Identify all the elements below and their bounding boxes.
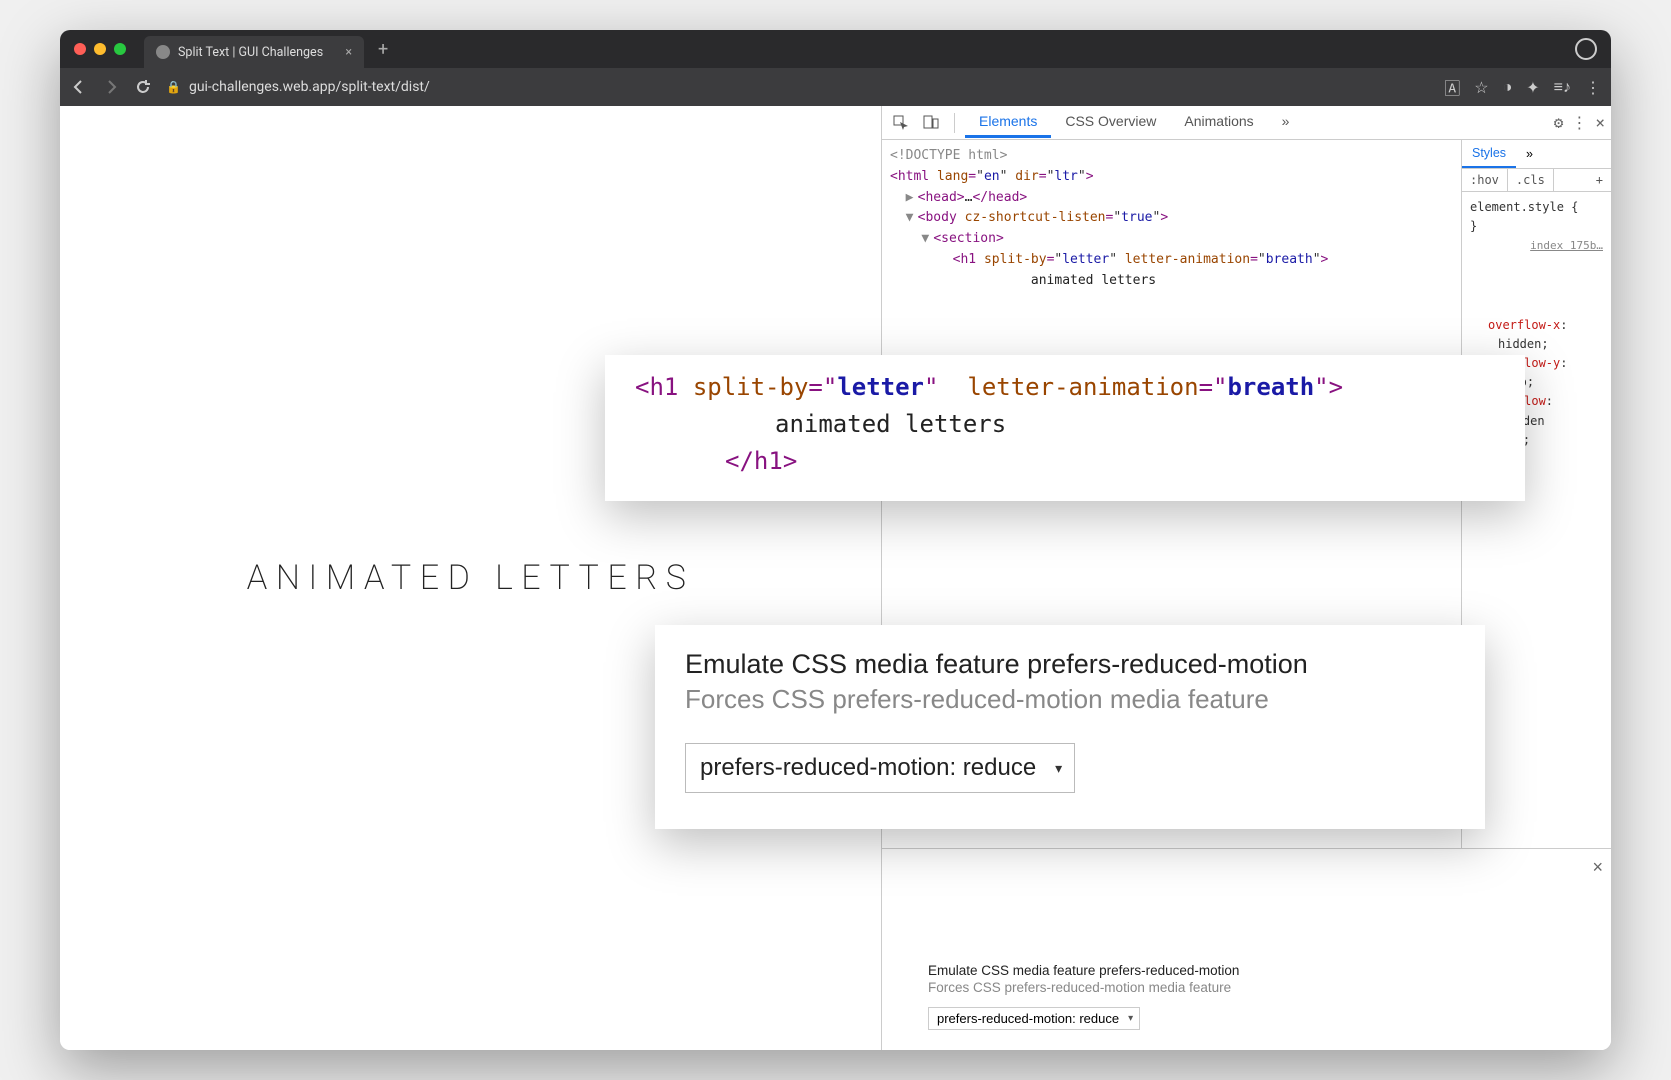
tab-css-overview[interactable]: CSS Overview xyxy=(1051,107,1170,138)
head-line: ▶<head>…</head> xyxy=(890,188,1453,209)
traffic-lights xyxy=(74,43,126,55)
url-field[interactable]: 🔒 gui-challenges.web.app/split-text/dist… xyxy=(166,79,1430,95)
section-line: ▼<section> xyxy=(890,229,1453,250)
browser-window: Split Text | GUI Challenges × + 🔒 gui-ch… xyxy=(60,30,1611,1050)
lock-icon: 🔒 xyxy=(166,80,181,94)
tab-title: Split Text | GUI Challenges xyxy=(178,45,323,60)
toolbar-separator xyxy=(954,113,955,133)
extension-icon-1[interactable]: ◑ xyxy=(1503,77,1513,97)
body-open-line: ▼<body cz-shortcut-listen="true"> xyxy=(890,208,1453,229)
devtools-toolbar: Elements CSS Overview Animations » ⚙ ⋮ × xyxy=(882,106,1611,140)
code-line-1: <h1 split-by="letter" letter-animation="… xyxy=(635,369,1497,406)
profile-avatar-icon[interactable] xyxy=(1575,38,1597,60)
gear-icon[interactable]: ⚙ xyxy=(1554,113,1564,132)
code-line-2: animated letters xyxy=(635,406,1497,443)
tab-elements[interactable]: Elements xyxy=(965,107,1051,138)
menu-icon[interactable]: ⋮ xyxy=(1585,78,1601,97)
emulate-select-value: prefers-reduced-motion: reduce xyxy=(700,754,1036,782)
browser-tab[interactable]: Split Text | GUI Challenges × xyxy=(144,36,364,68)
inspect-element-icon[interactable] xyxy=(888,110,914,136)
rendering-desc: Forces CSS prefers-reduced-motion media … xyxy=(928,980,1565,995)
forward-button[interactable] xyxy=(102,78,120,96)
tab-styles[interactable]: Styles xyxy=(1462,140,1516,168)
reload-button[interactable] xyxy=(134,78,152,96)
url-text: gui-challenges.web.app/split-text/dist/ xyxy=(189,79,430,95)
address-bar: 🔒 gui-challenges.web.app/split-text/dist… xyxy=(60,68,1611,106)
styles-more[interactable]: » xyxy=(1516,141,1543,167)
h1-open-line: <h1 split-by="letter" letter-animation="… xyxy=(890,250,1453,271)
rendering-select-value: prefers-reduced-motion: reduce xyxy=(937,1011,1119,1026)
element-style-selector: element.style { xyxy=(1470,200,1578,214)
emulate-title: Emulate CSS media feature prefers-reduce… xyxy=(685,649,1455,680)
tab-animations[interactable]: Animations xyxy=(1170,107,1267,138)
translate-icon[interactable]: 🄰 xyxy=(1444,75,1460,99)
html-open-line: <html lang="en" dir="ltr"> xyxy=(890,167,1453,188)
styles-tabs: Styles » xyxy=(1462,140,1611,169)
css-val-hidden: hidden; xyxy=(1498,337,1549,351)
rendering-title: Emulate CSS media feature prefers-reduce… xyxy=(928,963,1565,978)
rendering-select[interactable]: prefers-reduced-motion: reduce xyxy=(928,1007,1140,1030)
bookmark-icon[interactable]: ☆ xyxy=(1474,78,1488,97)
emulate-select[interactable]: prefers-reduced-motion: reduce xyxy=(685,743,1075,793)
extensions-puzzle-icon[interactable]: ✦ xyxy=(1526,78,1539,97)
emulate-overlay: Emulate CSS media feature prefers-reduce… xyxy=(655,625,1485,829)
minimize-window-icon[interactable] xyxy=(94,43,106,55)
back-button[interactable] xyxy=(70,78,88,96)
styles-filter-bar: :hov .cls + xyxy=(1462,169,1611,192)
page-viewport: ANIMATED LETTERS xyxy=(60,106,881,1050)
favicon-icon xyxy=(156,45,170,59)
code-snippet-overlay: <h1 split-by="letter" letter-animation="… xyxy=(605,355,1525,501)
rule-close: } xyxy=(1470,219,1477,233)
new-tab-button[interactable]: + xyxy=(372,39,394,60)
close-drawer-icon[interactable]: × xyxy=(1592,857,1603,878)
new-rule-button[interactable]: + xyxy=(1588,169,1611,191)
animated-heading: ANIMATED LETTERS xyxy=(247,558,695,598)
h1-text-line: animated letters xyxy=(890,271,1453,292)
emulate-desc: Forces CSS prefers-reduced-motion media … xyxy=(685,684,1455,715)
hov-toggle[interactable]: :hov xyxy=(1462,169,1508,191)
close-tab-icon[interactable]: × xyxy=(345,45,352,60)
close-devtools-icon[interactable]: × xyxy=(1595,113,1605,132)
tab-more[interactable]: » xyxy=(1268,107,1304,138)
cls-toggle[interactable]: .cls xyxy=(1508,169,1554,191)
doctype-line: <!DOCTYPE html> xyxy=(890,146,1453,167)
kebab-icon[interactable]: ⋮ xyxy=(1571,113,1587,132)
extension-icons: 🄰 ☆ ◑ ✦ ≡♪ ⋮ xyxy=(1444,75,1601,99)
maximize-window-icon[interactable] xyxy=(114,43,126,55)
content-area: ANIMATED LETTERS Elements CSS Overview A… xyxy=(60,106,1611,1050)
device-toolbar-icon[interactable] xyxy=(918,110,944,136)
devtools-panel: Elements CSS Overview Animations » ⚙ ⋮ ×… xyxy=(881,106,1611,1050)
devtools-settings-group: ⚙ ⋮ × xyxy=(1554,113,1605,132)
extension-icon-2[interactable]: ≡♪ xyxy=(1554,77,1571,97)
rendering-panel: × Emulate CSS media feature prefers-redu… xyxy=(882,848,1611,1050)
titlebar: Split Text | GUI Challenges × + xyxy=(60,30,1611,68)
css-source-link[interactable]: index 175b… xyxy=(1530,239,1603,252)
close-window-icon[interactable] xyxy=(74,43,86,55)
css-prop-overflow-x: overflow-x xyxy=(1488,318,1560,332)
code-line-3: </h1> xyxy=(635,443,1497,480)
devtools-tabs: Elements CSS Overview Animations » xyxy=(965,107,1550,138)
